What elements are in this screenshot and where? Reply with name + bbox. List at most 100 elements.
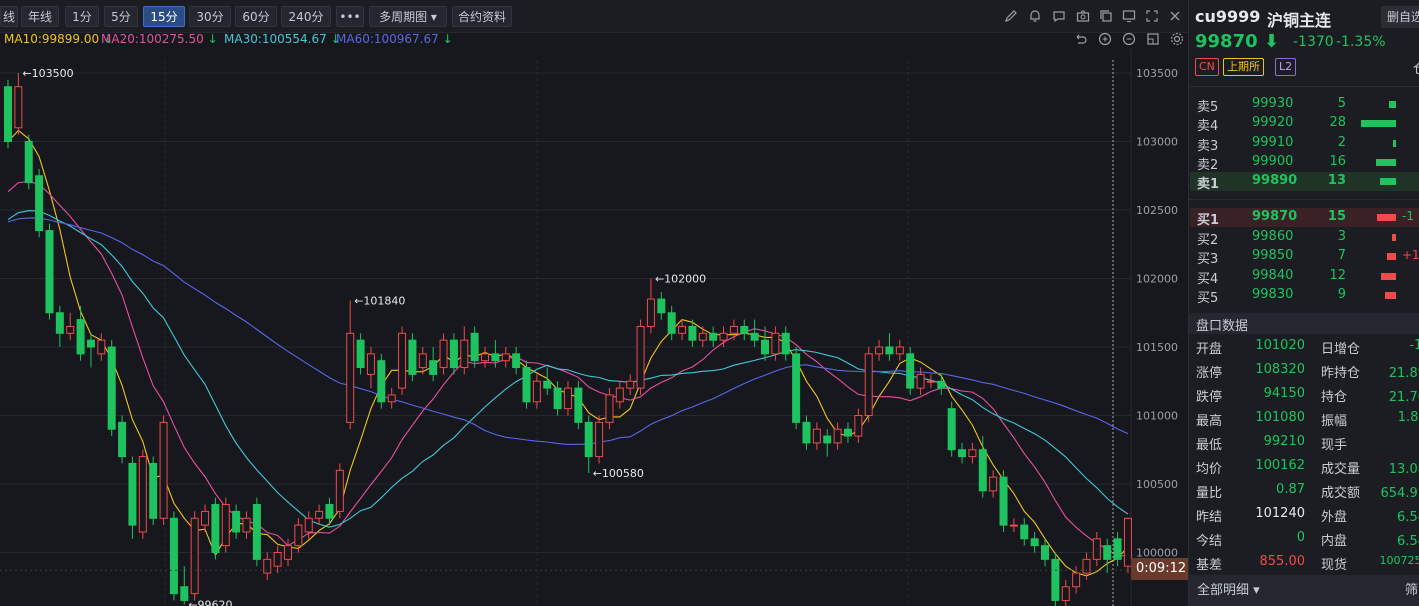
- stat-label: 今结: [1196, 534, 1223, 549]
- close-icon[interactable]: [1167, 8, 1183, 24]
- ma-legend-label: MA30:100554.67: [224, 32, 327, 46]
- chat-icon[interactable]: [1051, 8, 1067, 24]
- period-button-1[interactable]: 年线: [21, 6, 59, 27]
- bell-icon[interactable]: [1027, 8, 1043, 24]
- stat-value: 99210: [1263, 434, 1305, 449]
- candle-body: [553, 387, 562, 410]
- candle-body: [1051, 558, 1060, 601]
- bid-row[interactable]: 买4 99840 12: [1190, 267, 1419, 287]
- candle-body: [1113, 538, 1122, 560]
- candle-body: [781, 332, 790, 355]
- candle-body: [429, 360, 438, 375]
- stat-value: -192: [1409, 338, 1419, 353]
- book-vol: 9: [1337, 287, 1346, 302]
- bid-row[interactable]: 买3 99850 7 +1: [1190, 247, 1419, 267]
- candlestick-chart[interactable]: 103500 103000 102500 102000 101500 101000 1005…: [0, 49, 1188, 606]
- period-button-2[interactable]: 1分: [65, 6, 99, 27]
- exchange-tag: CN: [1195, 58, 1219, 76]
- candle-body: [439, 339, 448, 369]
- book-vol: 7: [1337, 248, 1346, 263]
- period-button-7[interactable]: 240分: [281, 6, 331, 27]
- candle-body: [958, 449, 967, 458]
- ask-row[interactable]: 卖5 99930 5: [1190, 95, 1419, 115]
- book-vol: 13: [1327, 173, 1346, 189]
- candle-body: [833, 428, 842, 444]
- pen-icon[interactable]: [1003, 8, 1019, 24]
- book-label: 卖2: [1197, 157, 1219, 173]
- candle-body: [45, 230, 54, 314]
- candle-body: [947, 408, 956, 451]
- volume-change: +1: [1402, 248, 1419, 262]
- stat-value: 6.54万: [1397, 534, 1419, 549]
- partial-label: 仓: [1413, 58, 1419, 77]
- candle-body: [1009, 524, 1018, 527]
- volume-bar: [1392, 233, 1396, 241]
- all-details-dropdown[interactable]: 全部明细 ▾: [1197, 579, 1260, 598]
- stat-value: 94150: [1263, 386, 1305, 401]
- candle-body: [812, 428, 821, 444]
- book-price: 99910: [1252, 134, 1294, 150]
- period-button-3[interactable]: 5分: [104, 6, 138, 27]
- stat-value: 6.54万: [1397, 510, 1419, 525]
- stat-value: 0.87: [1276, 482, 1305, 497]
- candle-body: [1061, 586, 1070, 601]
- candle-body: [802, 421, 811, 444]
- stat-value: 1.85%: [1397, 410, 1419, 425]
- candle-body: [584, 421, 593, 458]
- copy-icon[interactable]: [1098, 8, 1114, 24]
- period-button-6[interactable]: 60分: [235, 6, 277, 27]
- book-price: 99890: [1252, 173, 1298, 189]
- book-vol: 3: [1337, 228, 1346, 244]
- all-details-label: 全部明细: [1197, 583, 1250, 598]
- stat-label: 外盘: [1321, 510, 1348, 525]
- stat-label: 日增仓: [1321, 342, 1361, 357]
- ask-row[interactable]: 卖4 99920 28: [1190, 114, 1419, 134]
- candle-body: [1082, 558, 1091, 574]
- candle-body: [926, 380, 935, 383]
- price-annotation: ←100580: [593, 467, 644, 480]
- bid-row[interactable]: 买1 99870 15 -1: [1190, 208, 1419, 228]
- ma-legend-label: MA60:100967.67: [336, 32, 439, 46]
- stat-label: 最低: [1196, 438, 1223, 453]
- period-button-5[interactable]: 30分: [189, 6, 231, 27]
- volume-bar: [1393, 139, 1396, 147]
- candle-body: [719, 332, 728, 341]
- ask-row[interactable]: 卖2 99900 16: [1190, 153, 1419, 173]
- candle-body: [418, 353, 427, 369]
- monitor-icon[interactable]: [1121, 8, 1137, 24]
- candle-body: [55, 312, 64, 334]
- book-vol: 5: [1337, 96, 1346, 111]
- candle-body: [283, 545, 292, 560]
- candle-body: [408, 339, 417, 375]
- candle-body: [128, 462, 137, 526]
- candle-body: [906, 353, 915, 389]
- candle-body: [4, 86, 12, 142]
- stat-value: 100725.00: [1379, 554, 1419, 567]
- period-button-4[interactable]: 15分: [143, 6, 185, 27]
- book-price: 99920: [1252, 115, 1294, 131]
- book-price: 99900: [1252, 153, 1294, 169]
- stat-label: 均价: [1196, 462, 1223, 477]
- candle-body: [201, 510, 210, 526]
- ask-row[interactable]: 卖3 99910 2: [1190, 134, 1419, 154]
- camera-icon[interactable]: [1075, 8, 1091, 24]
- candle-body: [149, 462, 158, 519]
- stat-label: 成交额: [1321, 486, 1361, 501]
- period-button-0[interactable]: 线: [0, 6, 18, 27]
- bid-row[interactable]: 买5 99830 9: [1190, 286, 1419, 306]
- period-button-8[interactable]: •••: [336, 6, 364, 27]
- remove-watchlist-button[interactable]: 删自选: [1381, 6, 1419, 28]
- period-button-9[interactable]: 多周期图 ▾: [369, 6, 447, 27]
- filter-button[interactable]: 筛: [1405, 579, 1418, 598]
- period-button-10[interactable]: 合约资料: [452, 6, 512, 27]
- ask-row[interactable]: 卖1 99890 13: [1190, 172, 1419, 192]
- book-label: 买2: [1197, 232, 1219, 248]
- candle-body: [398, 332, 407, 389]
- candle-body: [1041, 545, 1049, 560]
- bid-row[interactable]: 买2 99860 3: [1190, 228, 1419, 248]
- stat-label: 振幅: [1321, 414, 1348, 429]
- fullscreen-icon[interactable]: [1144, 8, 1160, 24]
- candle-body: [263, 558, 272, 574]
- candle-body: [771, 332, 780, 355]
- candle-body: [657, 298, 666, 314]
